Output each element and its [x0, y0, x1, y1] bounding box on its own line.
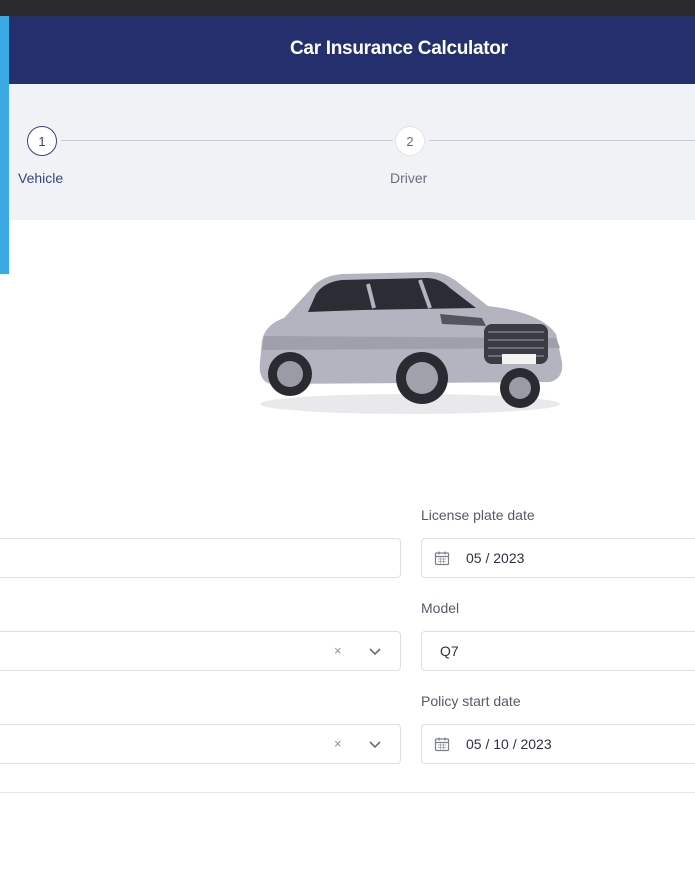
page: Car Insurance Calculator 1 2 Vehicle Dri… [0, 0, 695, 893]
step-1-label[interactable]: Vehicle [18, 170, 63, 186]
model-label: Model [421, 600, 460, 616]
left-select-1[interactable]: × [0, 631, 401, 671]
section-divider [0, 792, 695, 793]
chevron-down-icon[interactable] [368, 740, 382, 750]
clear-icon[interactable]: × [334, 736, 342, 751]
chevron-down-icon[interactable] [368, 647, 382, 657]
license-plate-date-value: 05 / 2023 [466, 550, 525, 566]
license-plate-date-field[interactable]: 05 / 2023 [421, 538, 695, 578]
clear-icon[interactable]: × [334, 643, 342, 658]
step-2-label[interactable]: Driver [390, 170, 427, 186]
step-2-indicator[interactable]: 2 [395, 126, 425, 156]
calendar-icon [434, 737, 450, 752]
policy-start-date-value: 05 / 10 / 2023 [466, 736, 552, 752]
policy-start-date-field[interactable]: 05 / 10 / 2023 [421, 724, 695, 764]
left-select-2[interactable]: × [0, 724, 401, 764]
calendar-icon [434, 551, 450, 566]
progress-stepper: 1 2 Vehicle Driver [9, 84, 695, 220]
license-plate-date-label: License plate date [421, 507, 535, 523]
model-value: Q7 [440, 643, 459, 659]
policy-start-date-label: Policy start date [421, 693, 521, 709]
accent-strip [0, 16, 9, 274]
page-title: Car Insurance Calculator [290, 38, 508, 59]
step-1-indicator[interactable]: 1 [27, 126, 57, 156]
model-field[interactable]: Q7 [421, 631, 695, 671]
left-text-field[interactable] [0, 538, 401, 578]
step-connector [61, 140, 393, 141]
car-image [259, 272, 563, 414]
step-connector [429, 140, 695, 141]
browser-top-bar [0, 0, 695, 16]
app-header: Car Insurance Calculator [0, 16, 695, 84]
